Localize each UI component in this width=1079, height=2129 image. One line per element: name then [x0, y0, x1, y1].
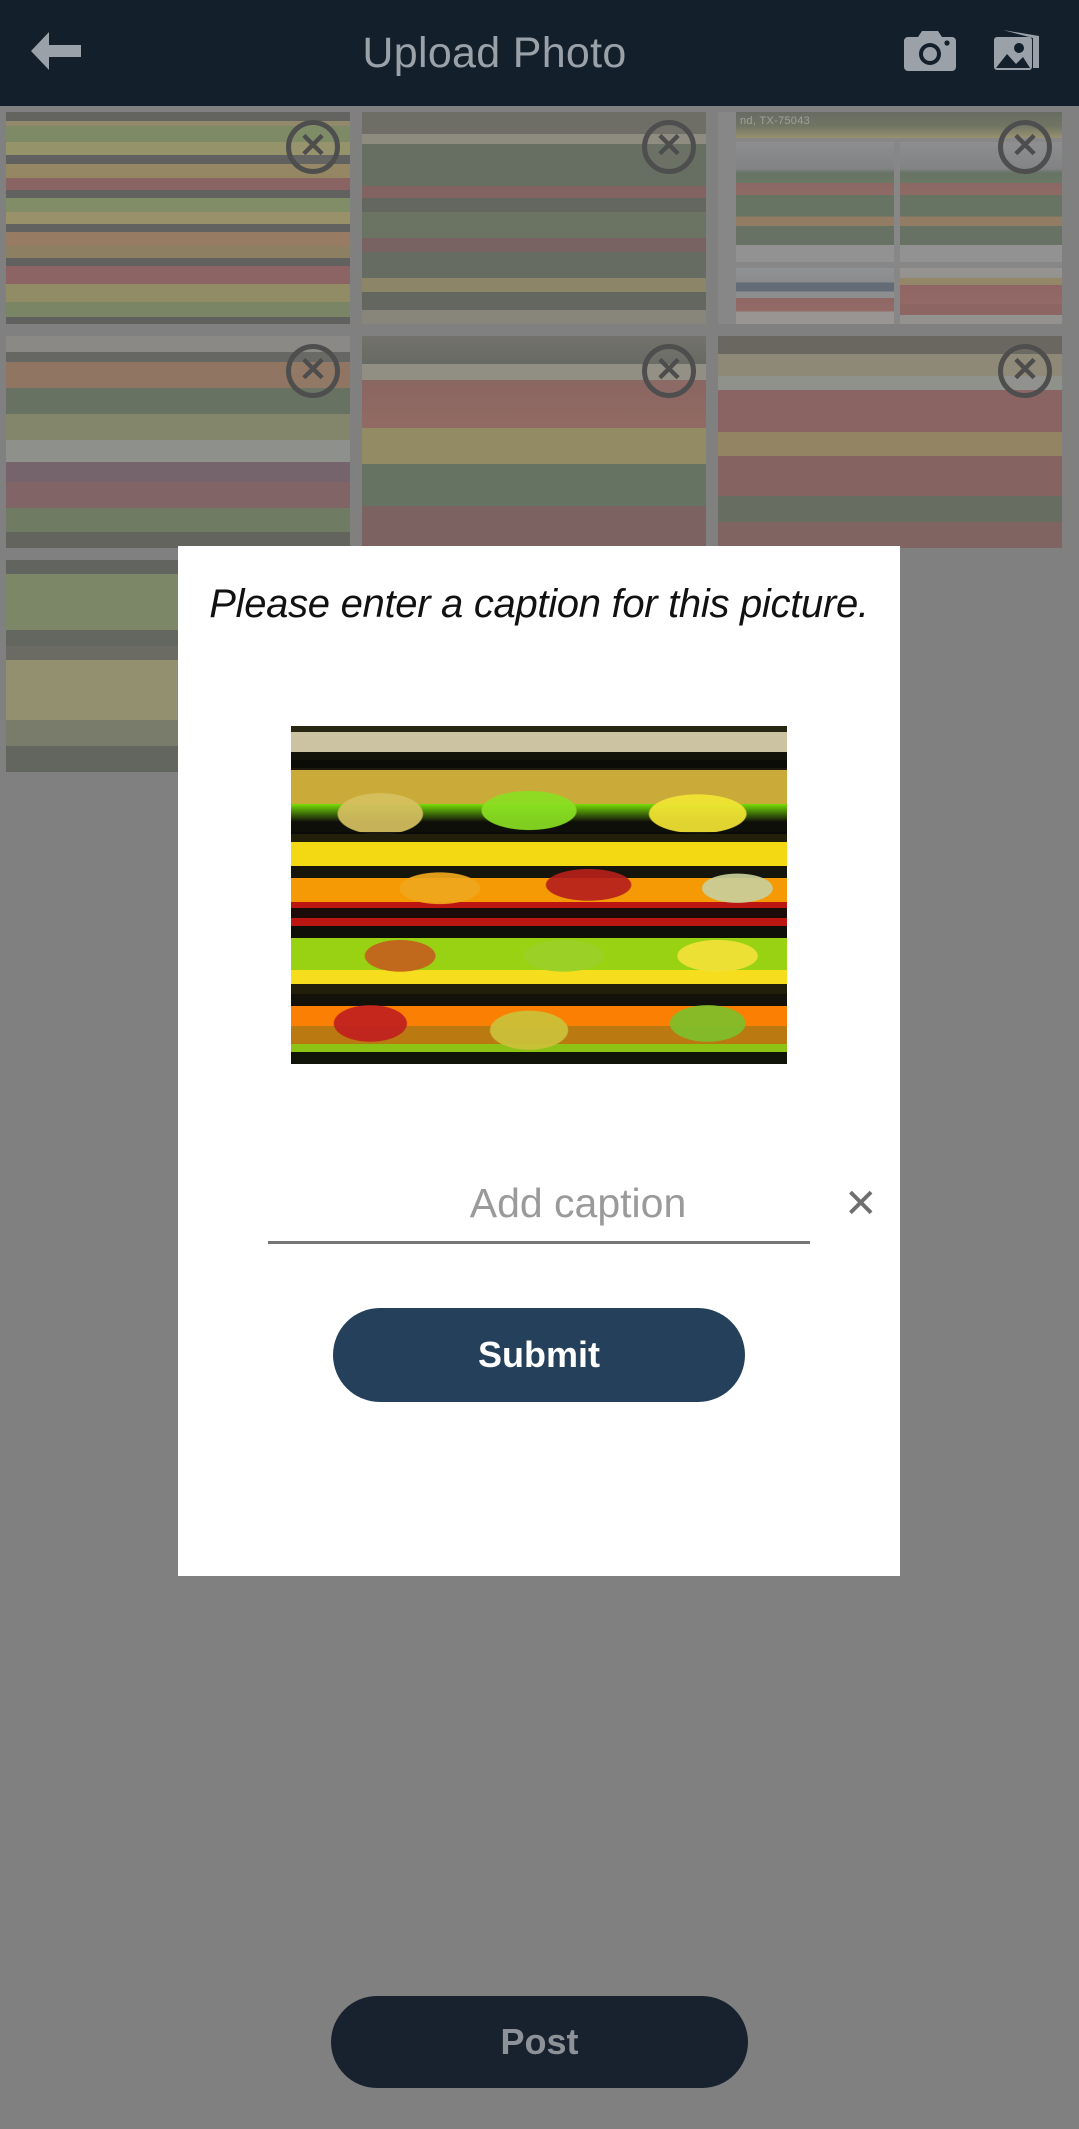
- gallery-icon: [989, 26, 1043, 81]
- upload-photo-screen: Upload Photo Post Please enter a caption…: [0, 0, 1079, 2129]
- camera-button[interactable]: [899, 22, 961, 84]
- arrow-left-icon: [26, 29, 84, 78]
- caption-preview-image: [291, 726, 787, 1064]
- camera-icon: [903, 28, 957, 79]
- preview-image-shelves: [291, 726, 787, 1064]
- page-title: Upload Photo: [362, 28, 627, 77]
- caption-dialog: Please enter a caption for this picture.…: [178, 546, 900, 1576]
- gallery-button[interactable]: [985, 22, 1047, 84]
- post-button[interactable]: Post: [331, 1996, 748, 2088]
- caption-field: ✕: [268, 1180, 878, 1244]
- submit-button[interactable]: Submit: [333, 1308, 745, 1402]
- close-icon: ✕: [844, 1182, 878, 1226]
- clear-caption-button[interactable]: ✕: [844, 1181, 878, 1227]
- dialog-title: Please enter a caption for this picture.: [209, 582, 869, 626]
- header-actions: [899, 22, 1079, 84]
- app-header: Upload Photo: [0, 0, 1079, 106]
- caption-input[interactable]: [268, 1180, 844, 1231]
